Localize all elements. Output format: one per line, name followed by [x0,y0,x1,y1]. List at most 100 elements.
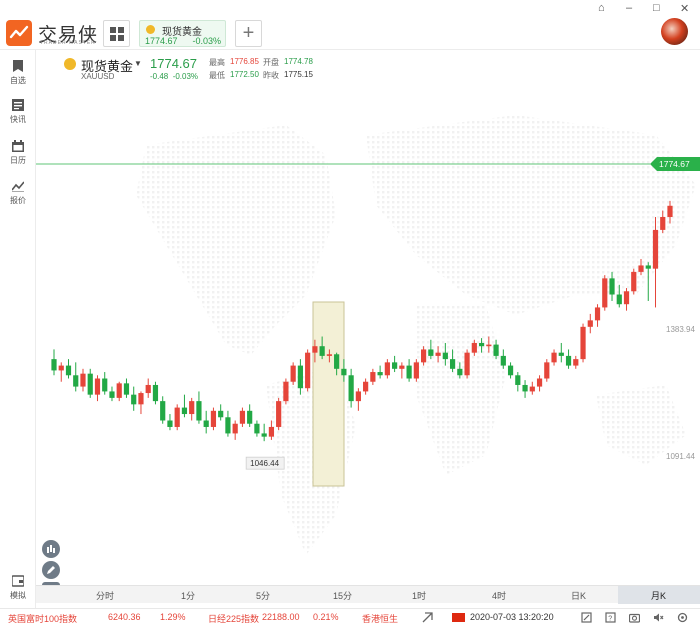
candle [363,378,369,395]
candle [138,391,144,415]
bookmark-icon [13,60,23,72]
layout-grid-button[interactable] [103,20,130,47]
candle [464,349,470,379]
period-tab-4h[interactable]: 4时 [492,589,506,602]
candle [594,304,601,327]
fullscreen-icon[interactable] [581,612,592,623]
candle [631,268,637,295]
candle [239,407,246,427]
candle [276,397,282,431]
candle [515,372,521,392]
kline-chart-svg[interactable]: 1969.951383.941091.442014/09/012016/01/0… [36,95,700,570]
svg-text:?: ? [608,616,612,623]
minimize-button[interactable]: – [626,2,632,14]
sidebar: 自选 快讯 日历 报价 模拟 [0,50,36,612]
sidebar-item-label: 快讯 [10,115,26,124]
draw-tool-button[interactable] [42,561,60,579]
candle [58,362,64,382]
candle [203,410,209,434]
chart-line-icon [12,181,24,192]
world-map-background [136,115,696,555]
candle-style-button[interactable] [42,540,60,558]
camera-icon[interactable] [629,612,640,623]
period-tab-1h[interactable]: 1时 [412,589,426,602]
candle [305,349,311,392]
prev-close-value: 1775.15 [284,70,313,79]
ticker-name[interactable]: 日经225指数 [208,612,259,625]
ticker-bar: 英国富时100指数 6240.36 1.29% 日经225指数 22188.00… [0,608,700,625]
sidebar-item-quotes[interactable]: 报价 [0,180,36,206]
sidebar-item-calendar[interactable]: 日历 [0,140,36,166]
avatar[interactable] [661,18,688,45]
close-button[interactable]: ✕ [680,2,689,15]
low-label: 最低 [209,71,225,80]
calendar-icon [12,140,24,152]
period-tab-timeline[interactable]: 分时 [96,589,114,602]
ticker-toggle-icon[interactable] [422,612,433,623]
symbol-tab-change: -0.03% [192,36,221,46]
china-flag-icon [452,613,465,622]
add-tab-button[interactable]: + [235,20,262,47]
help-icon[interactable]: ? [605,612,616,623]
candle [348,368,354,408]
candle-style-icon [47,545,55,553]
sidebar-item-watchlist[interactable]: 自选 [0,60,36,86]
candle [413,359,419,382]
selection-highlight [312,301,345,487]
candle [573,355,579,369]
high-label: 最高 [209,58,225,67]
ticker-name[interactable]: 英国富时100指数 [8,612,77,625]
candle [225,410,231,437]
kline-chart[interactable]: 1969.951383.941091.442014/09/012016/01/0… [36,95,700,570]
candle [152,381,159,405]
candle [174,404,180,431]
app-subtitle: TRADER MASTER [40,40,96,46]
period-tab-5min[interactable]: 5分 [256,589,270,602]
settings-icon[interactable] [677,612,688,623]
candle [399,362,405,379]
sidebar-item-news[interactable]: 快讯 [0,99,36,125]
candle [261,423,267,442]
candle [116,381,122,402]
price-change: -0.48 -0.03% [150,72,199,81]
candle [355,388,361,411]
sidebar-item-label: 模拟 [10,591,26,600]
candle [167,414,173,431]
candle [623,288,630,311]
sidebar-item-label: 报价 [10,196,26,205]
candle [80,368,86,392]
gold-coin-icon [146,25,155,34]
ticker-price: 6240.36 [108,612,141,622]
symbol-tab-price: 1774.67 [145,36,178,46]
period-tab-15min[interactable]: 15分 [333,589,352,602]
sidebar-item-simulate[interactable]: 模拟 [0,575,36,601]
y-tick-label: 1383.94 [666,325,695,334]
ticker-pct: 1.29% [160,612,186,622]
candle [73,362,79,392]
low-value: 1772.50 [230,70,259,79]
candle [123,378,130,398]
period-tab-monthly[interactable]: 月K [651,589,666,602]
skin-icon[interactable]: ⌂ [598,2,605,14]
symbol-tab[interactable]: 现货黄金 1774.67 -0.03% [139,20,226,47]
candle [602,275,608,311]
chevron-down-icon[interactable]: ▼ [134,59,142,68]
mute-icon[interactable] [653,612,664,623]
candle [232,420,238,440]
candle [377,365,383,379]
candle [254,420,260,437]
ticker-name[interactable]: 香港恒生 [362,612,408,625]
candle [652,216,659,308]
gold-coin-icon [64,58,76,70]
symbol-code: XAUUSD [81,72,115,81]
candle [544,359,550,382]
candle [384,359,390,379]
candle [196,391,202,424]
news-icon [12,99,24,111]
maximize-button[interactable]: □ [653,2,660,14]
current-price: 1774.67 [150,56,197,71]
period-tab-daily[interactable]: 日K [571,589,586,602]
y-tick-label: 1091.44 [666,452,695,461]
period-tab-1min[interactable]: 1分 [181,589,195,602]
ticker-pct: 0.21% [313,612,339,622]
